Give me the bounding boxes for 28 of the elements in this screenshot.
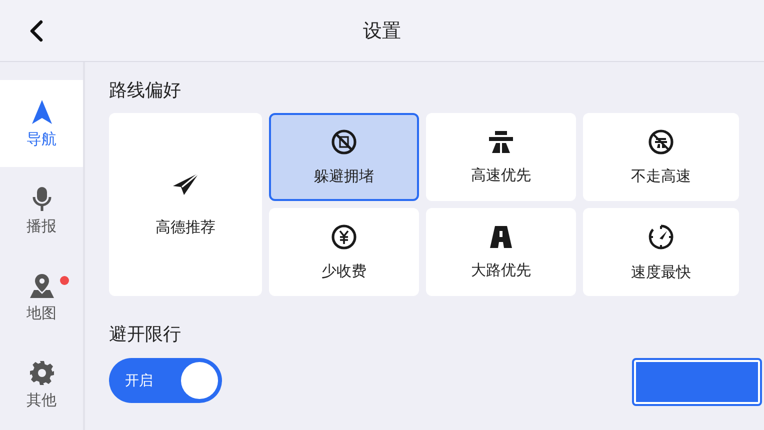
route-option[interactable]: 躲避拥堵 [269, 113, 419, 201]
road-icon [489, 224, 513, 248]
section-title: 避开限行 [109, 323, 182, 347]
sidebar-tab[interactable]: 导航 [0, 80, 83, 167]
navigation-arrow-icon [30, 98, 52, 124]
page-title: 设置 [363, 18, 401, 44]
route-option[interactable]: 速度最快 [583, 208, 739, 296]
sidebar-tab[interactable]: 播报 [0, 167, 83, 254]
route-option[interactable]: 高速优先 [426, 113, 576, 201]
route-option[interactable]: 高德推荐 [109, 113, 262, 296]
settings-icon [28, 360, 54, 386]
back-icon[interactable] [28, 19, 44, 43]
speedometer-icon [647, 222, 675, 250]
route-option[interactable]: 少收费 [269, 208, 419, 296]
route-option[interactable]: 不走高速 [583, 113, 739, 201]
paper-plane-icon [172, 172, 200, 196]
sidebar-tab[interactable]: 地图 [0, 254, 83, 341]
yuan-coin-icon [331, 224, 357, 250]
no-highway-icon [648, 128, 674, 154]
sidebar-tab[interactable]: 其他 [0, 341, 83, 428]
license-plate[interactable] [632, 358, 762, 406]
map-pin-icon [28, 272, 54, 298]
microphone-icon [32, 186, 52, 212]
section-title: 路线偏好 [109, 79, 182, 103]
highway-icon [488, 130, 514, 154]
no-congestion-icon [331, 128, 357, 154]
route-option[interactable]: 大路优先 [426, 208, 576, 296]
toggle-switch[interactable]: 开启 [109, 358, 222, 403]
